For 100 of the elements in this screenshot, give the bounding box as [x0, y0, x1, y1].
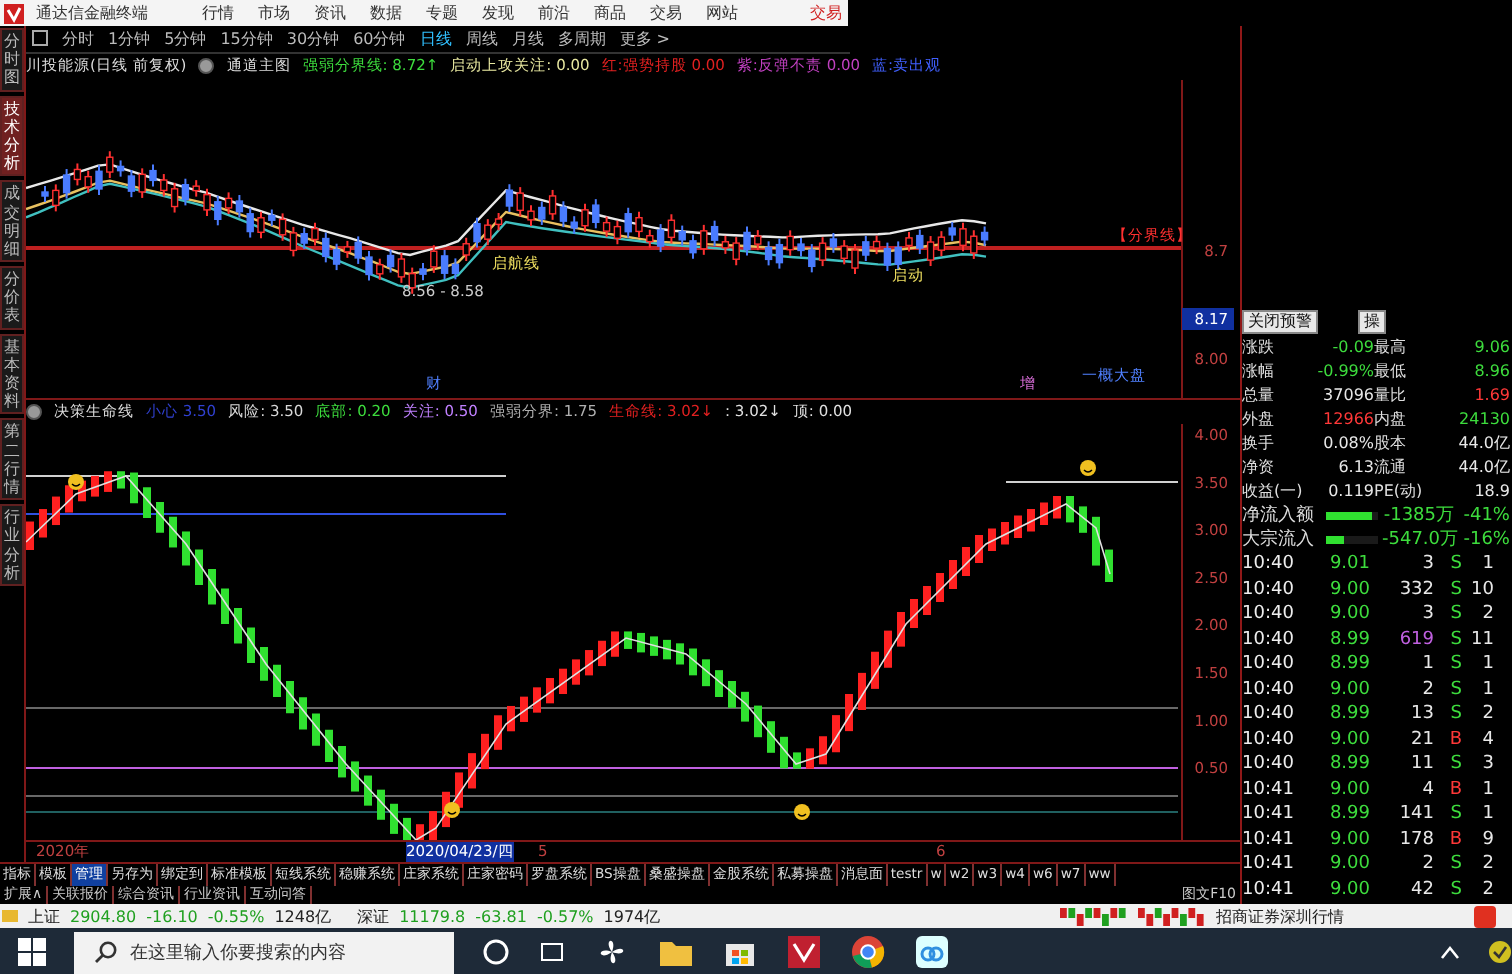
period-tab[interactable]: 5分钟 [164, 27, 207, 50]
flow-amount: -547.0万 [1382, 528, 1454, 552]
side-tab[interactable]: 分时图 [0, 28, 24, 92]
tick-price: 9.00 [1327, 777, 1370, 802]
quote-value: 18.9 [1472, 480, 1510, 504]
quote-value: 9.06 [1472, 336, 1510, 360]
tick-count: 9 [1480, 827, 1494, 852]
side-tab[interactable]: 行业分析 [0, 504, 24, 586]
checkmark-app-icon[interactable] [786, 933, 822, 969]
tick-side: S [1448, 652, 1462, 677]
tick-volume: 4 [1420, 777, 1434, 802]
tick-price: 9.00 [1327, 727, 1370, 752]
tick-price: 8.99 [1327, 652, 1370, 677]
quote-value: 6.13 [1336, 456, 1374, 480]
tick-count: 1 [1480, 552, 1494, 577]
tick-count: 2 [1480, 702, 1494, 727]
tick-count: 4 [1480, 727, 1494, 752]
period-tab[interactable]: 月线 [511, 27, 544, 50]
menu-item[interactable]: 发现 [476, 2, 520, 24]
tick-count: 11 [1469, 627, 1494, 652]
tick-volume: 3 [1420, 602, 1434, 627]
panel-button[interactable]: 关闭预警 [1242, 310, 1318, 334]
menu-item[interactable]: 数据 [364, 2, 408, 24]
period-tab[interactable]: 更多 > [619, 27, 670, 50]
tick-side: S [1448, 577, 1462, 602]
tick-volume: 3 [1420, 552, 1434, 577]
smiley-icon [68, 473, 84, 490]
tick-volume: 2 [1420, 677, 1434, 702]
tick-count: 1 [1480, 677, 1494, 702]
quote-value: 1.69 [1472, 384, 1510, 408]
index-value: 2904.80 [70, 907, 137, 925]
tray-app-icon[interactable] [1488, 939, 1512, 963]
menu-item[interactable]: 商品 [588, 2, 632, 24]
tick-side: B [1447, 827, 1462, 852]
side-tab[interactable]: 技术分析 [0, 95, 24, 177]
taskbar-search-field[interactable]: 在这里输入你要搜索的内容 [74, 931, 454, 974]
tick-price: 9.00 [1327, 577, 1370, 602]
menu-item[interactable]: 专题 [420, 2, 464, 24]
tick-side: S [1448, 627, 1462, 652]
period-tab[interactable]: 多周期 [557, 27, 606, 50]
index-turnover: 1248亿 [274, 905, 332, 927]
side-tab[interactable]: 第二行情 [0, 418, 24, 501]
windows-start-icon[interactable] [18, 937, 46, 965]
menu-item[interactable]: 网站 [700, 2, 744, 24]
tick-time: 10:40 [1242, 677, 1296, 702]
quote-label: 涨跌 [1242, 336, 1276, 360]
chevron-up-icon[interactable] [1440, 943, 1460, 959]
chrome-icon[interactable] [850, 933, 886, 969]
tick-price: 8.99 [1327, 627, 1370, 652]
period-tab[interactable]: 日线 [419, 27, 452, 50]
quote-value: 24130 [1457, 408, 1510, 432]
menu-item[interactable]: 资讯 [308, 2, 352, 24]
cloud-app-icon[interactable] [914, 933, 950, 969]
quote-label: 涨幅 [1242, 360, 1276, 384]
tick-side: B [1447, 727, 1462, 752]
quote-value: 44.0亿 [1456, 432, 1510, 456]
tick-price: 9.01 [1327, 552, 1370, 577]
quote-label: 外盘 [1242, 408, 1276, 432]
period-tab[interactable]: 1分钟 [108, 27, 151, 50]
menu-item[interactable]: 市场 [252, 2, 296, 24]
quote-label: 总量 [1242, 384, 1276, 408]
tick-time: 10:41 [1242, 877, 1296, 902]
tick-volume: 1 [1420, 652, 1434, 677]
side-tab[interactable]: 基本资料 [0, 333, 24, 415]
quote-value: 12966 [1321, 408, 1374, 432]
menu-item[interactable]: 行情 [196, 2, 240, 24]
menu-item[interactable]: 前沿 [532, 2, 576, 24]
quote-label: 内盘 [1374, 408, 1408, 432]
cortana-icon[interactable] [482, 937, 510, 965]
tick-side: S [1448, 852, 1462, 877]
trade-link[interactable]: 交易 [810, 2, 848, 24]
quote-value: 44.0亿 [1456, 456, 1510, 480]
period-tab[interactable]: 30分钟 [286, 27, 340, 50]
task-view-icon[interactable] [538, 937, 566, 965]
tick-time: 10:40 [1242, 627, 1296, 652]
period-tab[interactable]: 分时 [62, 27, 94, 50]
tick-count: 1 [1480, 802, 1494, 827]
panel-button[interactable]: 操 [1358, 310, 1386, 334]
flow-label: 大宗流入 [1242, 528, 1316, 552]
tick-time: 10:41 [1242, 827, 1296, 852]
tick-price: 8.99 [1327, 702, 1370, 727]
menu-item[interactable]: 交易 [644, 2, 688, 24]
quote-value: -0.09 [1330, 336, 1374, 360]
period-tab[interactable]: 60分钟 [353, 27, 406, 50]
tick-count: 1 [1480, 652, 1494, 677]
tick-volume: 178 [1397, 827, 1434, 852]
tick-side: S [1448, 702, 1462, 727]
index-name: 上证 [28, 905, 60, 927]
input-method-icon[interactable] [1474, 905, 1496, 927]
checkbox-icon[interactable] [32, 30, 48, 47]
tick-count: 2 [1480, 602, 1494, 627]
side-tab[interactable]: 分价表 [0, 266, 24, 330]
period-tab[interactable]: 周线 [465, 27, 498, 50]
period-tab[interactable]: 15分钟 [220, 27, 273, 50]
flow-label: 净流入额 [1242, 504, 1316, 528]
search-icon [94, 940, 118, 964]
tick-time: 10:40 [1242, 602, 1296, 627]
tick-count: 10 [1469, 577, 1494, 602]
side-tab[interactable]: 成交明细 [0, 180, 24, 263]
tick-volume: 141 [1397, 802, 1434, 827]
